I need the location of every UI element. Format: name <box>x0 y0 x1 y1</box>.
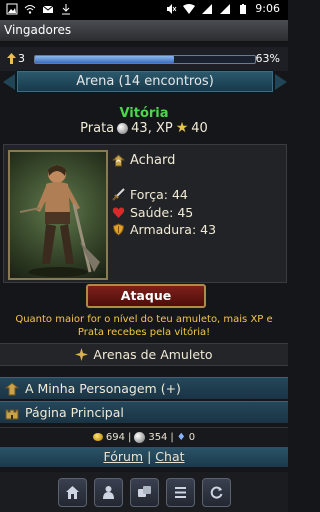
character-tab[interactable] <box>93 477 123 507</box>
strength-stat: Força: 44 <box>112 187 188 202</box>
status-time: 9:06 <box>255 2 280 15</box>
battle-result: Vitória <box>119 106 169 121</box>
bottom-tab-bar <box>0 472 288 512</box>
character-rank-icon <box>5 381 19 395</box>
amulet-arenas-link[interactable]: Arenas de Amuleto <box>0 343 288 366</box>
battle-rewards: Prata 43, XP ★ 40 <box>0 120 288 136</box>
currency-separator-2: | <box>170 431 174 443</box>
xp-progress-bar <box>34 55 256 64</box>
battery-icon <box>240 3 247 14</box>
wifi-icon <box>183 3 196 14</box>
xp-row: 3 63% <box>0 47 288 71</box>
gold-amount: 694 <box>105 431 125 443</box>
gold-icon <box>92 433 103 441</box>
armor-stat: Armadura: 43 <box>112 222 216 237</box>
shield-icon <box>112 223 125 236</box>
amulet-icon <box>75 348 89 361</box>
nav-home-page[interactable]: Página Principal <box>0 401 288 423</box>
silver-amount: 354 <box>148 431 168 443</box>
opponent-name-row: Achard <box>112 153 175 168</box>
list-icon <box>174 486 186 498</box>
sword-icon <box>112 188 125 201</box>
silver-reward: 43, XP <box>131 120 173 136</box>
amulet-hint: Quanto maior for o nível do teu amuleto,… <box>15 314 273 338</box>
links-separator: | <box>147 449 152 464</box>
app-title-bar: Vingadores <box>0 20 288 42</box>
xp-reward: 40 <box>191 120 208 136</box>
attack-button[interactable]: Ataque <box>86 284 206 308</box>
star-icon: ★ <box>175 120 189 136</box>
opponent-portrait <box>8 150 108 280</box>
level-up-icon <box>7 53 16 64</box>
download-icon <box>62 4 70 15</box>
chat-link[interactable]: Chat <box>155 449 184 464</box>
strength-value: Força: 44 <box>130 187 188 202</box>
nav-home-page-label: Página Principal <box>25 405 124 420</box>
heart-icon <box>112 207 125 218</box>
currency-separator: | <box>127 431 132 443</box>
status-bar: 9:06 <box>0 0 288 20</box>
home-icon <box>65 485 79 499</box>
rank-badge-icon <box>112 154 125 167</box>
home-tab[interactable] <box>57 477 87 507</box>
opponent-name: Achard <box>130 153 176 168</box>
amulet-arenas-label: Arenas de Amuleto <box>93 347 213 362</box>
health-value: Saúde: 45 <box>130 205 194 220</box>
opponent-card: Achard Força: 44 Saúde: 45 Armadura: 43 <box>3 144 287 283</box>
forum-link[interactable]: Fórum <box>103 449 143 464</box>
silver-coin-icon <box>117 122 129 134</box>
refresh-icon <box>210 486 222 498</box>
signal-icon <box>202 3 213 14</box>
warrior-figure <box>19 165 100 277</box>
xp-percent: 63% <box>255 52 280 65</box>
mute-icon <box>167 3 177 14</box>
health-stat: Saúde: 45 <box>112 205 193 220</box>
community-links: Fórum | Chat <box>0 447 288 467</box>
app-title: Vingadores <box>4 23 72 37</box>
list-tab[interactable] <box>165 477 195 507</box>
level-indicator: 3 <box>7 52 25 65</box>
rewards-prefix: Prata <box>80 120 115 136</box>
castle-icon <box>5 409 19 419</box>
mail-icon <box>42 5 54 13</box>
gem-icon: ♦ <box>176 431 186 443</box>
level-value: 3 <box>18 52 25 65</box>
wifi-notification-icon <box>24 5 36 14</box>
arena-banner: Arena (14 encontros) <box>3 70 287 93</box>
image-icon <box>6 3 18 15</box>
signal-icon-2 <box>220 3 231 14</box>
armor-value: Armadura: 43 <box>130 222 217 237</box>
items-tab[interactable] <box>129 477 159 507</box>
xp-progress-fill <box>35 56 174 63</box>
items-icon <box>137 485 151 497</box>
refresh-tab[interactable] <box>201 477 231 507</box>
character-icon <box>102 485 114 499</box>
gem-amount: 0 <box>188 431 196 443</box>
nav-my-character[interactable]: A Minha Personagem (+) <box>0 377 288 399</box>
currency-bar: 694 | 354 | ♦ 0 <box>0 427 288 446</box>
nav-my-character-label: A Minha Personagem (+) <box>25 381 181 396</box>
silver-icon <box>134 431 146 443</box>
